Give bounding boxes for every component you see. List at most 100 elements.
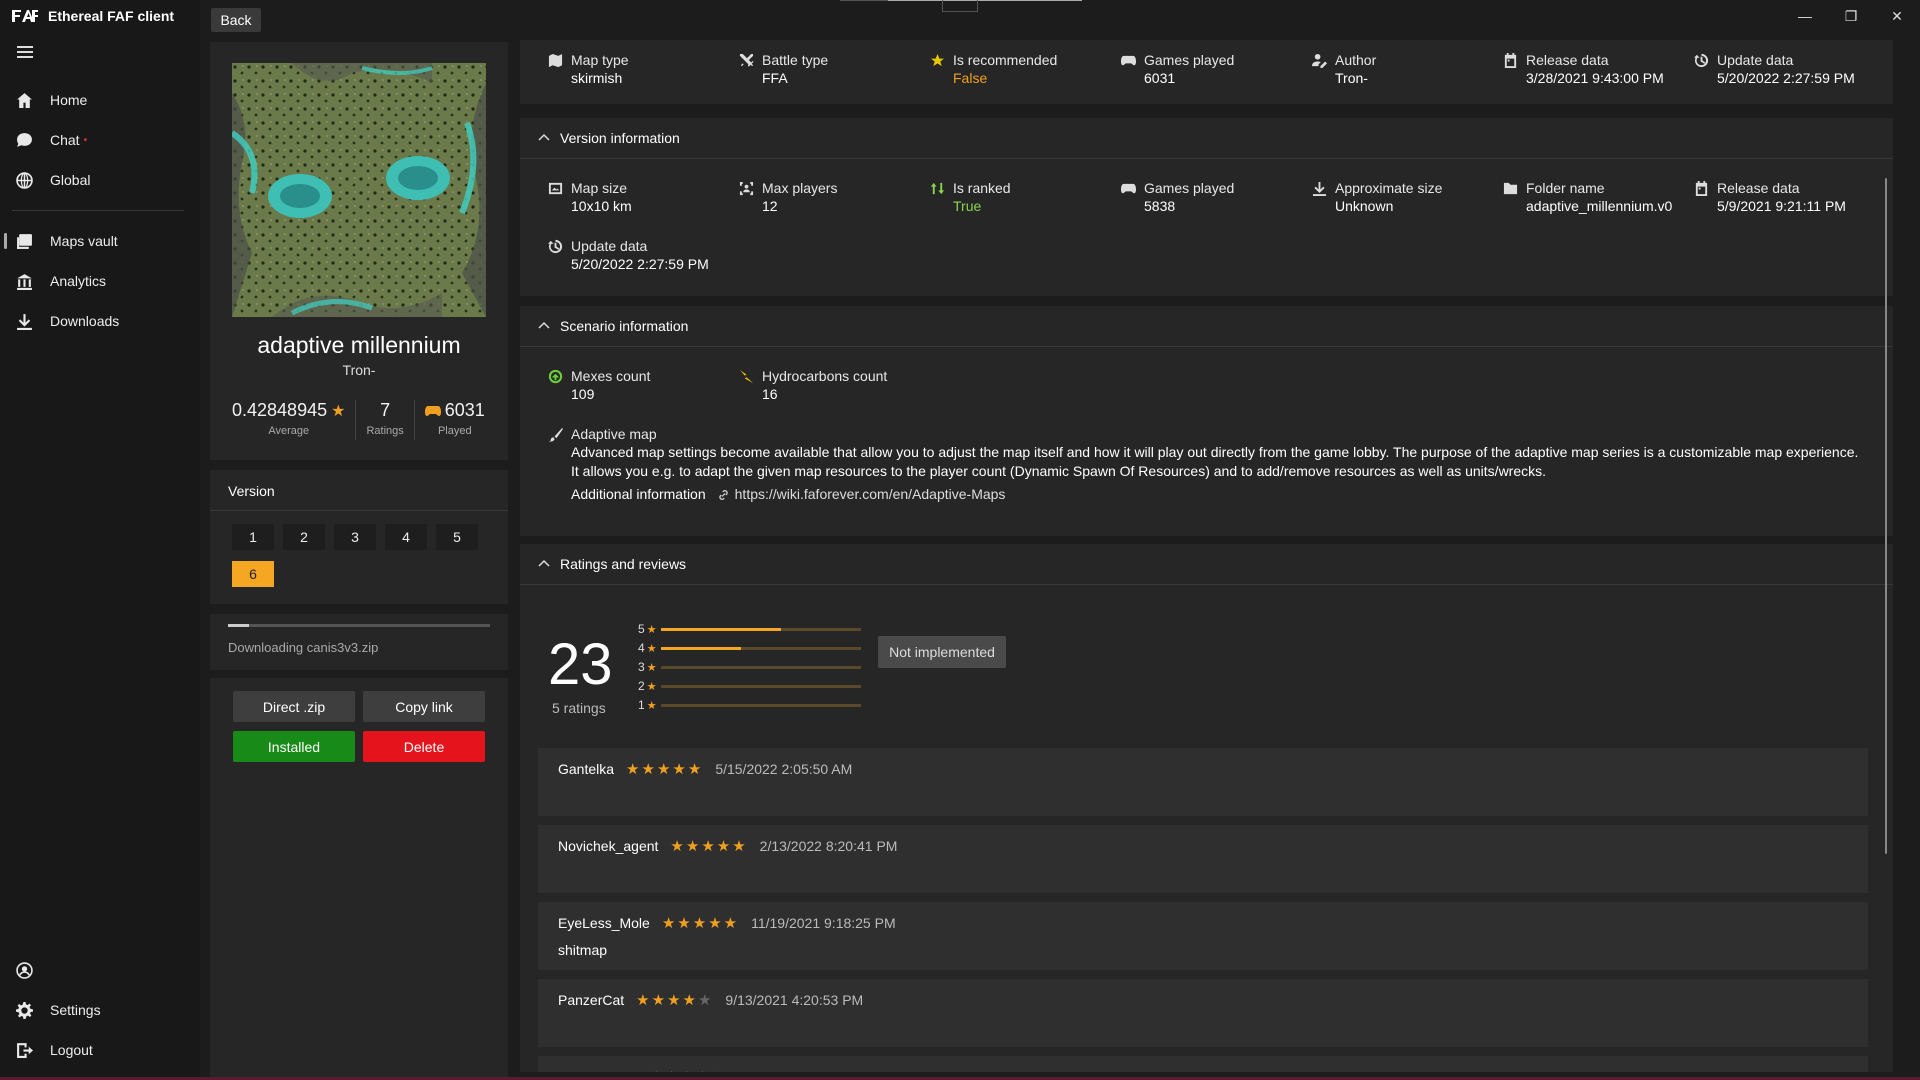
nav-analytics[interactable]: Analytics — [0, 263, 200, 299]
nav-home-label: Home — [50, 92, 88, 108]
rating-bar-track — [660, 684, 861, 688]
rating-bar-label: 2 — [638, 679, 645, 693]
section-divider — [520, 584, 1893, 585]
nav-profile[interactable] — [0, 952, 200, 988]
nav-global[interactable]: Global — [0, 162, 200, 198]
scenario-header[interactable]: Scenario information — [520, 306, 688, 346]
copy-link-button[interactable]: Copy link — [363, 691, 485, 722]
played-label: Played — [437, 425, 472, 437]
delete-button[interactable]: Delete — [363, 731, 485, 762]
nav-logout[interactable]: Logout — [0, 1032, 200, 1068]
nav-chat[interactable]: Chat • — [0, 122, 200, 158]
nav-divider — [12, 210, 184, 211]
version-button-4[interactable]: 4 — [385, 524, 427, 550]
nav-home[interactable]: Home — [0, 82, 200, 118]
release-value: 3/28/2021 9:43:00 PM — [1526, 70, 1664, 86]
version-release-value: 5/9/2021 9:21:11 PM — [1717, 198, 1846, 214]
home-icon — [17, 92, 32, 108]
direct-zip-button[interactable]: Direct .zip — [233, 691, 355, 722]
star-icon: ★ — [711, 1069, 726, 1072]
map-type-value: skirmish — [571, 70, 623, 86]
menu-toggle-icon[interactable] — [17, 46, 33, 58]
installed-button[interactable]: Installed — [233, 731, 355, 762]
nav-downloads[interactable]: Downloads — [0, 303, 200, 339]
recommended-star-icon — [930, 53, 945, 67]
minimize-button[interactable]: — — [1782, 0, 1828, 32]
nav-settings-label: Settings — [50, 1002, 101, 1018]
version-button-1[interactable]: 1 — [232, 524, 274, 550]
mex-icon — [548, 369, 563, 384]
ratings-label: Ratings — [366, 425, 404, 437]
star-icon: ★ — [661, 915, 678, 932]
adaptive-desc-line1: Advanced map settings become available t… — [571, 444, 1859, 460]
rating-bar-track — [660, 703, 861, 707]
review-card: PanzerCat ★★★★★ 9/13/2021 4:20:53 PM — [538, 979, 1868, 1047]
version-button-2[interactable]: 2 — [283, 524, 325, 550]
map-card: adaptive millennium Tron- 0.42848945 ★ Av… — [210, 42, 508, 460]
version-release-label: Release data — [1717, 180, 1800, 196]
wiki-link-text: https://wiki.faforever.com/en/Adaptive-M… — [734, 486, 1006, 502]
scrollbar[interactable] — [1885, 178, 1887, 854]
folder-icon — [1503, 182, 1518, 195]
ranked-value: True — [953, 198, 982, 214]
stat-average: 0.42848945 ★ Average — [222, 400, 355, 440]
rating-bar-2: 2 ★ — [638, 679, 861, 693]
star-icon: ★ — [716, 838, 733, 855]
rating-bar-3: 3 ★ — [638, 660, 861, 674]
map-type-label: Map type — [571, 52, 629, 68]
ratings-score: 23 — [548, 632, 613, 697]
adaptive-desc-title: Adaptive map — [571, 426, 657, 442]
review-user[interactable]: EyeLess_Mole — [558, 915, 650, 931]
review-header: Gantelka ★★★★★ 5/15/2022 2:05:50 AM — [558, 760, 852, 778]
review-user[interactable]: Gantelka — [558, 761, 614, 777]
analytics-icon — [17, 273, 32, 290]
version-button-6[interactable]: 6 — [232, 561, 274, 587]
review-user[interactable]: Novichek_agent — [558, 838, 658, 854]
star-icon: ★ — [651, 992, 668, 1009]
review-card: CaptainKlutz★★★★★7/30/2021 7:26:37 PM — [538, 1056, 1868, 1072]
version-info-title: Version information — [560, 130, 680, 146]
brush-icon — [548, 427, 563, 442]
mexes-label: Mexes count — [571, 368, 651, 384]
review-header: Novichek_agent ★★★★★ 2/13/2022 8:20:41 PM — [558, 837, 897, 855]
review-date: 9/13/2021 4:20:53 PM — [725, 992, 864, 1008]
review-text: shitmap — [558, 942, 608, 958]
version-button-3[interactable]: 3 — [334, 524, 376, 550]
star-icon: ★ — [665, 1069, 680, 1072]
nav-logout-label: Logout — [50, 1042, 93, 1058]
review-user[interactable]: CaptainKlutz — [558, 1069, 637, 1072]
drag-handle[interactable] — [942, 0, 978, 12]
rating-bar-1: 1 ★ — [638, 698, 861, 712]
logout-icon — [17, 1042, 33, 1058]
played-value: 6031 — [444, 400, 485, 420]
not-implemented-button[interactable]: Not implemented — [878, 636, 1006, 668]
map-preview-image — [232, 63, 486, 317]
rating-bar-fill — [660, 627, 781, 631]
calendar-icon — [1695, 181, 1708, 196]
map-author: Tron- — [342, 362, 376, 378]
back-button[interactable]: Back — [211, 8, 261, 32]
review-user[interactable]: PanzerCat — [558, 992, 624, 1008]
star-icon: ★ — [680, 1069, 695, 1072]
actions-card: Direct .zip Copy link Installed Delete — [210, 678, 508, 1080]
wiki-link[interactable]: https://wiki.faforever.com/en/Adaptive-M… — [716, 485, 1006, 504]
gear-icon — [16, 1001, 33, 1019]
approx-size-label: Approximate size — [1335, 180, 1443, 196]
rating-bar-track — [660, 627, 861, 631]
nav-settings[interactable]: Settings — [0, 992, 200, 1028]
max-players-label: Max players — [762, 180, 838, 196]
ratings-header[interactable]: Ratings and reviews — [520, 544, 686, 584]
version-update-label: Update data — [571, 238, 648, 254]
review-header: PanzerCat ★★★★★ 9/13/2021 4:20:53 PM — [558, 991, 863, 1009]
close-button[interactable]: ✕ — [1874, 0, 1920, 32]
chevron-up-icon — [538, 133, 550, 141]
version-info-header[interactable]: Version information — [520, 118, 680, 158]
restore-button[interactable]: ❐ — [1828, 0, 1874, 32]
review-date: 7/30/2021 7:26:37 PM — [739, 1069, 877, 1072]
nav-maps-vault[interactable]: Maps vault — [0, 223, 200, 259]
version-button-5[interactable]: 5 — [436, 524, 478, 550]
group-icon — [739, 181, 754, 196]
user-edit-icon — [1312, 53, 1327, 68]
average-label: Average — [268, 425, 310, 437]
scenario-title: Scenario information — [560, 318, 689, 334]
